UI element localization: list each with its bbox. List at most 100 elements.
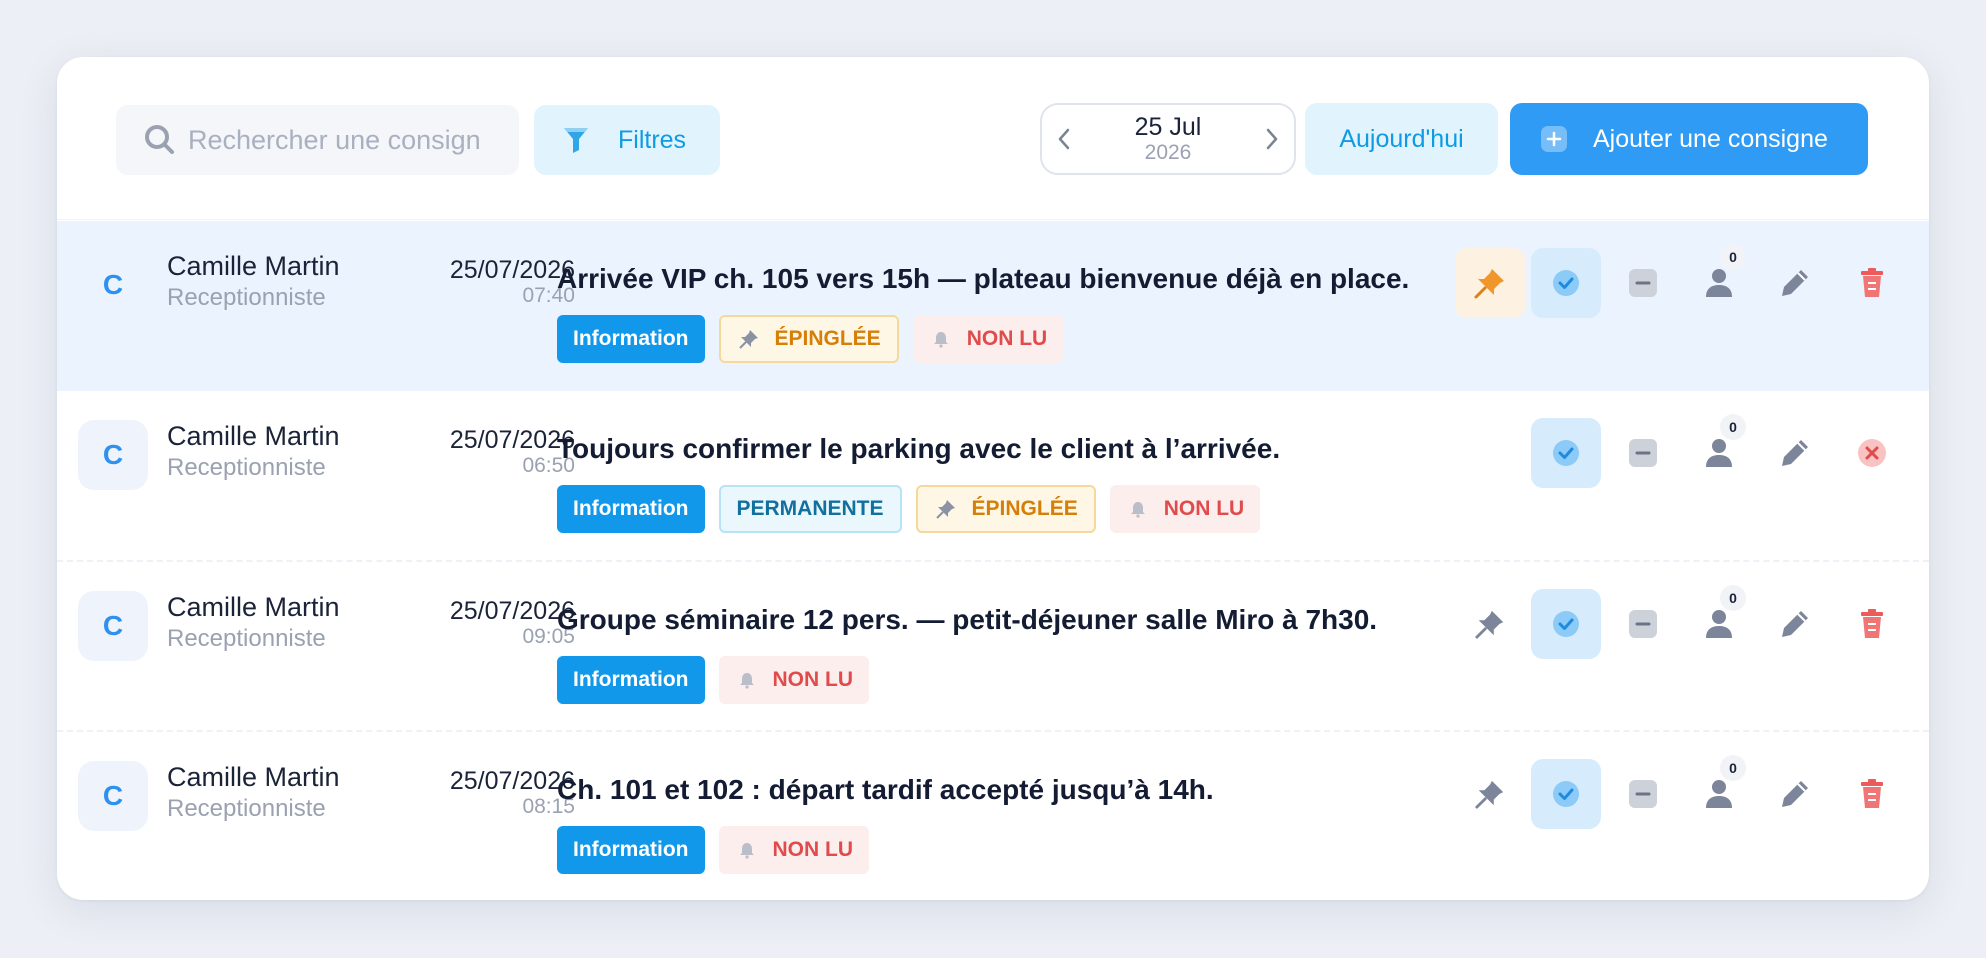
pin-icon xyxy=(737,327,761,351)
unread-tag-label: NON LU xyxy=(772,838,854,861)
edit-button[interactable] xyxy=(1760,759,1830,829)
archive-button[interactable] xyxy=(1608,248,1678,318)
author-role: Receptionniste xyxy=(167,795,326,822)
pin-icon xyxy=(1474,269,1504,299)
user-icon xyxy=(1706,780,1732,808)
check-circle-icon xyxy=(1553,781,1579,807)
unread-tag: NON LU xyxy=(1109,485,1261,533)
delete-button[interactable] xyxy=(1837,759,1907,829)
consigne-row[interactable]: C Camille Martin Receptionniste 25/07/20… xyxy=(57,221,1929,391)
current-date: 25 Jul 2026 xyxy=(1086,113,1250,164)
consigne-row[interactable]: C Camille Martin Receptionniste 25/07/20… xyxy=(57,391,1929,561)
readers-count-badge: 0 xyxy=(1720,244,1746,270)
search-input[interactable] xyxy=(188,124,519,156)
edit-button[interactable] xyxy=(1760,589,1830,659)
plus-icon xyxy=(1541,126,1567,152)
pencil-icon xyxy=(1782,270,1808,296)
pin-button[interactable] xyxy=(1455,589,1525,659)
readers-button[interactable]: 0 xyxy=(1684,755,1754,829)
next-day-button[interactable] xyxy=(1250,105,1294,173)
consigne-message: Toujours confirmer le parking avec le cl… xyxy=(557,433,1281,464)
current-date-year: 2026 xyxy=(1144,141,1192,164)
chevron-right-icon xyxy=(1266,128,1278,150)
current-date-day: 25 Jul xyxy=(1134,113,1202,141)
avatar: C xyxy=(78,420,148,490)
pinned-tag: ÉPINGLÉE xyxy=(915,485,1096,533)
pin-icon xyxy=(1475,610,1504,639)
consigne-row[interactable]: C Camille Martin Receptionniste 25/07/20… xyxy=(57,560,1929,730)
user-icon xyxy=(1706,269,1732,297)
author-name: Camille Martin xyxy=(167,762,340,792)
readers-count-badge: 0 xyxy=(1720,585,1746,611)
archive-button[interactable] xyxy=(1608,589,1678,659)
filters-button[interactable]: Filtres xyxy=(534,105,720,175)
author-name: Camille Martin xyxy=(167,592,340,622)
archive-button[interactable] xyxy=(1608,759,1678,829)
check-circle-icon xyxy=(1553,440,1579,466)
close-circle-icon xyxy=(1858,439,1886,467)
author: Camille Martin Receptionniste xyxy=(167,250,340,314)
pinned-tag: ÉPINGLÉE xyxy=(718,315,899,363)
category-tag: Information xyxy=(557,485,705,533)
filters-label: Filtres xyxy=(618,125,687,154)
delete-button[interactable] xyxy=(1837,589,1907,659)
mark-read-button[interactable] xyxy=(1531,589,1601,659)
minus-square-icon xyxy=(1629,439,1657,467)
today-button[interactable]: Aujourd'hui xyxy=(1305,103,1498,175)
unread-tag-label: NON LU xyxy=(772,668,854,691)
readers-button[interactable]: 0 xyxy=(1684,414,1754,488)
tag-list: Information ÉPINGLÉE NON LU xyxy=(557,315,1064,363)
add-consigne-label: Ajouter une consigne xyxy=(1593,124,1828,153)
edit-button[interactable] xyxy=(1760,248,1830,318)
readers-button[interactable]: 0 xyxy=(1684,585,1754,659)
category-tag: Information xyxy=(557,656,705,704)
delete-button[interactable] xyxy=(1837,248,1907,318)
readers-count-badge: 0 xyxy=(1720,755,1746,781)
tag-list: Information NON LU xyxy=(557,656,869,704)
unread-tag: NON LU xyxy=(718,656,869,704)
bell-icon xyxy=(735,838,759,862)
pinned-tag-label: ÉPINGLÉE xyxy=(774,327,881,350)
unpin-button[interactable] xyxy=(1455,248,1525,318)
permanent-tag: PERMANENTE xyxy=(718,485,902,533)
unread-tag-label: NON LU xyxy=(966,327,1048,350)
delete-button[interactable] xyxy=(1837,418,1907,488)
pin-button[interactable] xyxy=(1455,759,1525,829)
check-circle-icon xyxy=(1553,270,1579,296)
trash-icon xyxy=(1861,609,1883,638)
avatar: C xyxy=(78,591,148,661)
bell-icon xyxy=(1126,497,1150,521)
readers-count-badge: 0 xyxy=(1720,414,1746,440)
avatar: C xyxy=(102,269,124,300)
author-name: Camille Martin xyxy=(167,421,340,451)
tag-list: Information NON LU xyxy=(557,826,869,874)
author: Camille Martin Receptionniste xyxy=(167,420,340,484)
edit-button[interactable] xyxy=(1760,418,1830,488)
author-name: Camille Martin xyxy=(167,251,340,281)
mark-read-button[interactable] xyxy=(1531,248,1601,318)
mark-read-button[interactable] xyxy=(1531,418,1601,488)
consigne-message: Ch. 101 et 102 : départ tardif accepté j… xyxy=(557,774,1214,805)
pencil-icon xyxy=(1782,781,1808,807)
author: Camille Martin Receptionniste xyxy=(167,761,340,825)
add-consigne-button[interactable]: Ajouter une consigne xyxy=(1510,103,1868,175)
mark-read-button[interactable] xyxy=(1531,759,1601,829)
pinned-tag-label: ÉPINGLÉE xyxy=(971,497,1078,520)
author-role: Receptionniste xyxy=(167,454,326,481)
pin-icon xyxy=(934,497,958,521)
bell-icon xyxy=(929,327,953,351)
toolbar: Filtres 25 Jul 2026 Aujourd'hui Ajouter … xyxy=(57,57,1929,220)
tag-list: Information PERMANENTE ÉPINGLÉE NON LU xyxy=(557,485,1261,533)
search-box[interactable] xyxy=(116,105,519,175)
consigne-row[interactable]: C Camille Martin Receptionniste 25/07/20… xyxy=(57,730,1929,900)
archive-button[interactable] xyxy=(1608,418,1678,488)
readers-button[interactable]: 0 xyxy=(1684,244,1754,318)
avatar: C xyxy=(78,761,148,831)
filter-icon xyxy=(562,126,590,154)
minus-square-icon xyxy=(1629,269,1657,297)
previous-day-button[interactable] xyxy=(1042,105,1086,173)
search-icon xyxy=(142,122,178,158)
pencil-icon xyxy=(1782,611,1808,637)
category-tag: Information xyxy=(557,826,705,874)
check-circle-icon xyxy=(1553,611,1579,637)
